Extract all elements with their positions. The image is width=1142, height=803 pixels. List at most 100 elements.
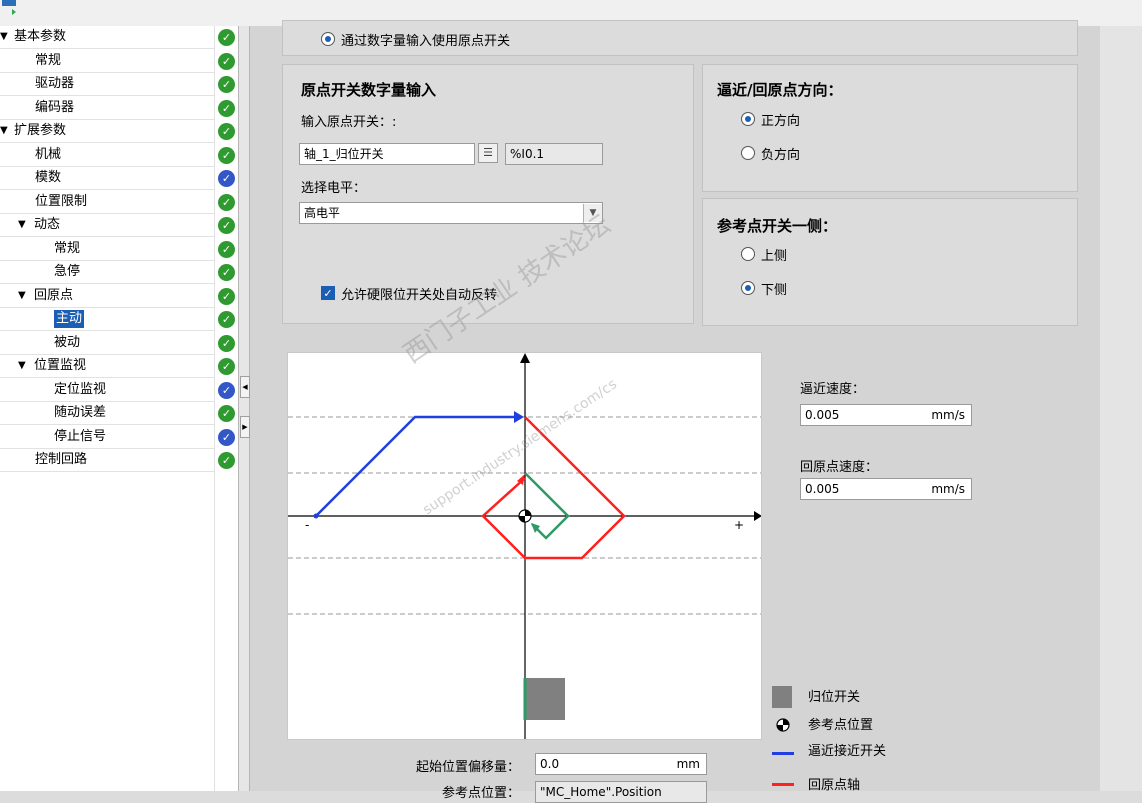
right-margin <box>1100 26 1142 791</box>
final-approach-curve <box>524 472 570 540</box>
tree-item[interactable]: 随动误差 <box>0 402 214 425</box>
tree-item[interactable]: 主动 <box>0 308 214 331</box>
tree-item[interactable]: 定位监视 <box>0 379 214 402</box>
select-level-label: 选择电平： <box>301 181 367 196</box>
ok-status-icon: ✓ <box>218 29 235 46</box>
info-status-icon: ✓ <box>218 428 235 446</box>
expand-toggle-icon[interactable]: ▼ <box>0 26 8 48</box>
tree-item[interactable]: 控制回路 <box>0 449 214 472</box>
legend-homing-swatch <box>772 783 794 786</box>
ok-status-icon: ✓ <box>218 452 235 469</box>
approach-speed-input[interactable]: 0.005 mm/s <box>800 404 972 426</box>
tree-item-label: 随动误差 <box>54 405 107 420</box>
ok-status-icon: ✓ <box>218 193 235 211</box>
browse-tag-icon[interactable]: ☰ <box>478 143 498 163</box>
tree-item[interactable]: 驱动器 <box>0 73 214 96</box>
home-switch-input[interactable]: 轴_1_归位开关 <box>299 143 475 165</box>
tree-item[interactable]: ▼ 动态 <box>0 214 214 237</box>
approach-speed-label: 逼近速度： <box>800 382 866 397</box>
tree-item[interactable]: 常规 <box>0 50 214 73</box>
tree-item-label: 位置监视 <box>34 358 87 373</box>
expand-toggle-icon[interactable]: ▼ <box>18 214 26 236</box>
ok-status-icon: ✓ <box>218 240 235 258</box>
tree-item-label: 急停 <box>54 264 81 279</box>
ok-status-icon: ✓ <box>218 334 235 352</box>
tree-item-label: 常规 <box>35 52 62 68</box>
auto-reverse-checkbox[interactable]: ✓ <box>321 286 335 300</box>
homing-speed-input[interactable]: 0.005 mm/s <box>800 478 972 500</box>
navigation-tree: ▼ 基本参数 常规 驱动器 编码器 ▼ 扩展参数 机械 模数 位置限制 ▼ 动态 常规 急停 ▼ 回原点 主动被… <box>0 26 214 791</box>
home-switch-box <box>525 678 565 720</box>
home-switch-panel: 原点开关数字量输入 输入原点开关：: 轴_1_归位开关 ☰ %I0.1 选择电平… <box>282 64 694 324</box>
tree-item-label: 扩展参数 <box>14 123 67 138</box>
tree-item-label: 定位监视 <box>54 381 107 397</box>
homing-curve <box>481 416 626 560</box>
chevron-down-icon[interactable]: ▼ <box>583 204 602 222</box>
tree-item-label: 基本参数 <box>14 29 67 44</box>
ok-status-icon: ✓ <box>218 264 235 281</box>
tree-item-label: 被动 <box>54 334 81 350</box>
direction-positive-label: 正方向 <box>761 114 801 129</box>
ref-switch-side-panel: 参考点开关一侧： 上侧 下侧 <box>702 198 1078 326</box>
info-status-icon: ✓ <box>218 381 235 399</box>
ok-status-icon: ✓ <box>218 76 235 93</box>
tree-item[interactable]: 位置限制 <box>0 191 214 214</box>
tree-item[interactable]: 停止信号 <box>0 426 214 449</box>
tree-item[interactable]: 模数 <box>0 167 214 190</box>
side-lower-label: 下侧 <box>761 283 788 298</box>
direction-title: 逼近/回原点方向： <box>717 81 843 99</box>
expand-toggle-icon[interactable]: ▼ <box>18 355 26 377</box>
homing-speed-label: 回原点速度： <box>800 460 879 475</box>
level-select[interactable]: 高电平 ▼ <box>299 202 603 224</box>
ok-status-icon: ✓ <box>218 123 235 140</box>
ok-status-icon: ✓ <box>218 358 235 375</box>
legend-ref-point-label: 参考点位置 <box>808 718 874 733</box>
tree-item[interactable]: ▼ 扩展参数 <box>0 120 214 143</box>
tree-item[interactable]: 被动 <box>0 332 214 355</box>
tree-item[interactable]: ▼ 基本参数 <box>0 26 214 49</box>
approach-speed-unit: mm/s <box>931 408 965 422</box>
offset-unit: mm <box>676 757 700 771</box>
legend-approach-label: 逼近接近开关 <box>808 744 887 759</box>
tree-item-label: 控制回路 <box>35 452 88 467</box>
ok-status-icon: ✓ <box>218 311 235 328</box>
ok-status-icon: ✓ <box>218 52 235 70</box>
use-home-switch-radio[interactable] <box>321 32 335 46</box>
ok-status-icon: ✓ <box>218 146 235 164</box>
homing-diagram: - + <box>287 352 762 740</box>
status-column: ✓ ✓ ✓ ✓ ✓ ✓ ✓ ✓ ✓ ✓ ✓ ✓ ✓ ✓ ✓ ✓ ✓ ✓ ✓ <box>214 26 239 791</box>
tree-item[interactable]: ▼ 位置监视 <box>0 355 214 378</box>
collapse-left-icon[interactable]: ◀ <box>240 376 250 398</box>
side-lower-radio[interactable] <box>741 281 755 295</box>
homing-speed-unit: mm/s <box>931 482 965 496</box>
x-axis-arrow <box>754 511 762 521</box>
expand-right-icon[interactable]: ▶ <box>240 416 250 438</box>
tree-item[interactable]: 常规 <box>0 238 214 261</box>
ref-point-icon <box>776 718 790 736</box>
legend-switch-label: 归位开关 <box>808 690 861 705</box>
expand-toggle-icon[interactable]: ▼ <box>18 285 26 307</box>
expand-toggle-icon[interactable]: ▼ <box>0 120 8 142</box>
tree-item[interactable]: 急停 <box>0 261 214 284</box>
direction-negative-radio[interactable] <box>741 146 755 160</box>
direction-positive-radio[interactable] <box>741 112 755 126</box>
side-upper-radio[interactable] <box>741 247 755 261</box>
tree-item[interactable]: 机械 <box>0 144 214 167</box>
pane-splitter[interactable]: ◀ ▶ <box>238 26 250 791</box>
tree-item-label: 常规 <box>54 240 81 256</box>
start-point <box>313 513 319 519</box>
home-switch-address: %I0.1 <box>505 143 603 165</box>
offset-input[interactable]: 0.0 mm <box>535 753 707 775</box>
tree-item-label: 位置限制 <box>35 193 88 209</box>
tree-item[interactable]: ▼ 回原点 <box>0 285 214 308</box>
ok-status-icon: ✓ <box>218 405 235 422</box>
ok-status-icon: ✓ <box>218 287 235 305</box>
homing-diagram-svg: - + <box>288 353 762 739</box>
tree-item[interactable]: 编码器 <box>0 97 214 120</box>
tree-item-label: 驱动器 <box>35 76 75 91</box>
approach-speed-value: 0.005 <box>805 408 840 422</box>
minus-label: - <box>305 518 309 532</box>
tree-item-label: 机械 <box>35 146 62 162</box>
tree-item-label: 编码器 <box>35 99 75 115</box>
tree-item-label: 动态 <box>34 217 61 232</box>
